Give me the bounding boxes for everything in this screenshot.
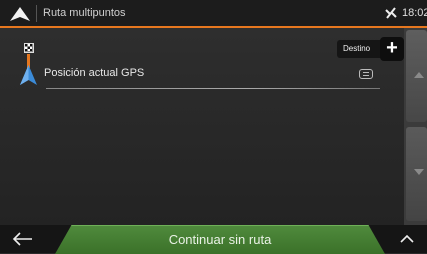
triangle-up-icon bbox=[414, 72, 424, 78]
header-divider bbox=[36, 5, 37, 22]
scroll-down-button[interactable] bbox=[406, 127, 427, 221]
chevron-up-icon[interactable] bbox=[396, 231, 418, 247]
start-point-label[interactable]: Posición actual GPS bbox=[44, 67, 144, 79]
checkered-flag-icon bbox=[24, 43, 34, 53]
triangle-down-icon bbox=[414, 169, 424, 175]
gps-satellite-icon bbox=[385, 7, 397, 19]
navigation-arrow-icon bbox=[20, 65, 37, 85]
add-destination-button[interactable]: + bbox=[380, 37, 404, 61]
route-list: Destino + Posición actual GPS bbox=[0, 28, 404, 225]
row-divider bbox=[46, 88, 380, 89]
page-title: Ruta multipuntos bbox=[43, 7, 126, 19]
back-arrow-icon[interactable] bbox=[10, 230, 36, 248]
clock: 18:02 bbox=[402, 7, 427, 19]
message-icon[interactable] bbox=[359, 69, 373, 79]
scroll-up-button[interactable] bbox=[406, 30, 427, 122]
top-bar: Ruta multipuntos 18:02 bbox=[0, 0, 427, 28]
nav-logo-icon bbox=[10, 7, 30, 21]
continue-without-route-button[interactable]: Continuar sin ruta bbox=[55, 225, 385, 254]
